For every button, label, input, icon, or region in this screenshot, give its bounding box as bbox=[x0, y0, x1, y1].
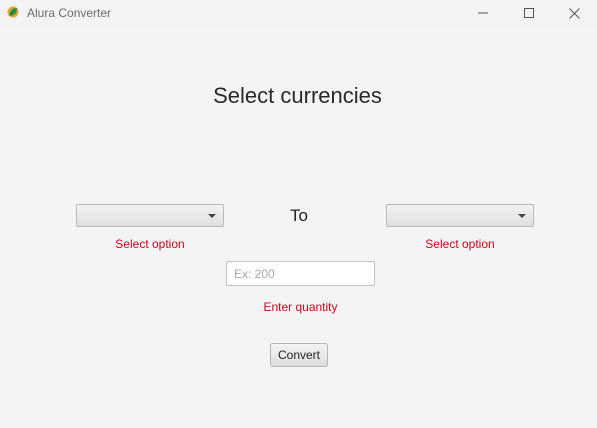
maximize-button[interactable] bbox=[506, 0, 552, 26]
minimize-button[interactable] bbox=[460, 0, 506, 26]
close-icon bbox=[568, 7, 580, 19]
page-title: Select currencies bbox=[213, 83, 382, 108]
to-currency-error: Select option bbox=[425, 237, 495, 251]
minimize-icon bbox=[478, 12, 488, 14]
window-title: Alura Converter bbox=[27, 6, 112, 20]
chevron-down-icon bbox=[208, 214, 216, 218]
from-currency-select[interactable] bbox=[76, 204, 224, 227]
app-window: Alura Converter Select currencies To Sel… bbox=[0, 0, 597, 428]
convert-button[interactable]: Convert bbox=[270, 343, 328, 367]
quantity-error: Enter quantity bbox=[263, 300, 338, 314]
quantity-input[interactable] bbox=[226, 261, 375, 286]
to-separator-label: To bbox=[290, 206, 308, 225]
from-currency-error: Select option bbox=[115, 237, 185, 251]
title-bar[interactable]: Alura Converter bbox=[0, 0, 597, 26]
alura-leaf-icon bbox=[7, 6, 19, 18]
close-button[interactable] bbox=[551, 0, 597, 26]
maximize-icon bbox=[524, 8, 534, 18]
to-currency-select[interactable] bbox=[386, 204, 534, 227]
chevron-down-icon bbox=[518, 214, 526, 218]
